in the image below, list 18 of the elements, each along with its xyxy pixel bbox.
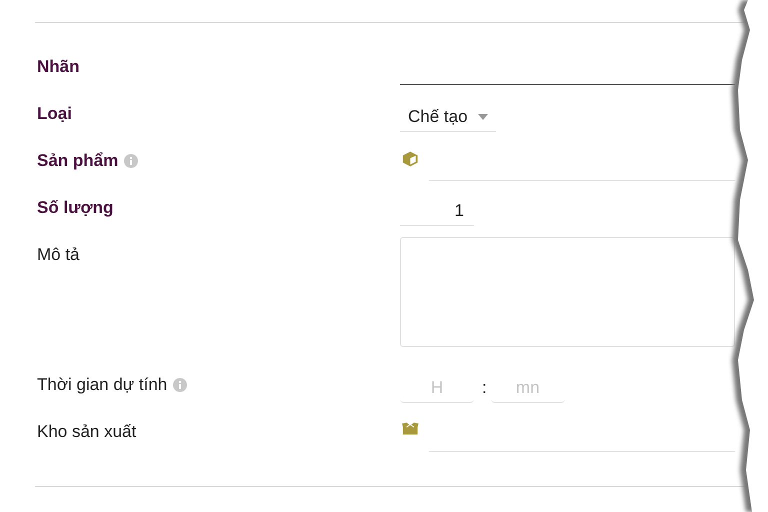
field-label: Mô tả [37, 245, 80, 265]
minutes-input[interactable]: mn [490, 373, 565, 403]
hours-input[interactable]: H [400, 373, 474, 403]
field-label: Số lượng [37, 198, 114, 218]
box-icon [402, 422, 419, 436]
info-icon[interactable] [124, 154, 138, 168]
quantity-input[interactable]: 1 [400, 196, 474, 226]
field-label: Loại [37, 104, 72, 124]
info-icon[interactable] [173, 378, 188, 392]
cube-icon [402, 151, 419, 167]
caret-icon [478, 114, 488, 120]
field-label: Kho sản xuất [37, 422, 136, 442]
field-label: Nhãn [37, 57, 80, 77]
field-label: Sản phẩm [37, 151, 118, 171]
time-separator: : [482, 378, 487, 398]
field-label: Thời gian dự tính [37, 375, 168, 395]
type-dropdown[interactable]: Chế tạo [400, 102, 496, 132]
description-textarea[interactable] [400, 237, 735, 347]
